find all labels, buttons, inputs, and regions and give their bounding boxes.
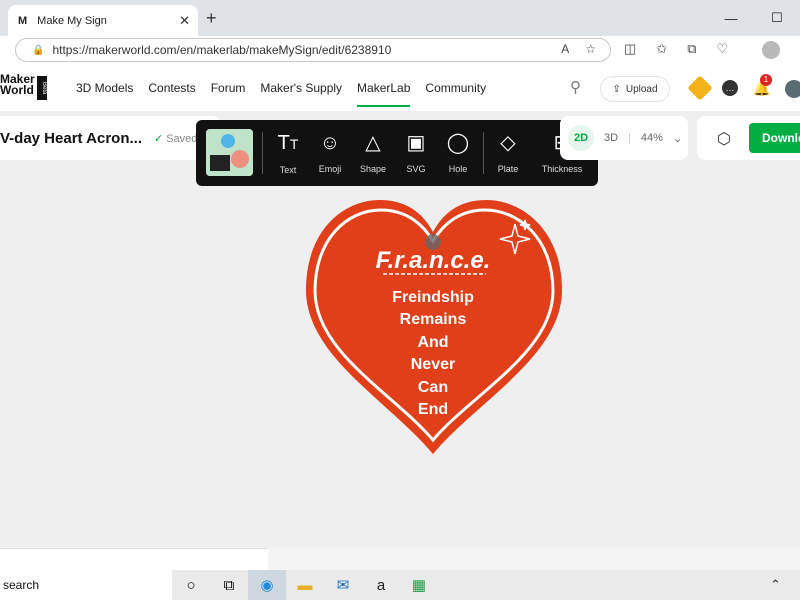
right-controls: ⬡ Download bbox=[697, 116, 800, 160]
saved-status: ✓ Saved bbox=[154, 132, 198, 145]
nav-makerlab[interactable]: MakerLab bbox=[357, 81, 411, 107]
tool-plate[interactable]: ◇ Plate bbox=[486, 130, 530, 174]
edge-icon[interactable]: ◉ bbox=[248, 570, 286, 600]
points-cube-icon[interactable] bbox=[687, 75, 713, 101]
favorites-icon[interactable]: ✩ bbox=[656, 41, 667, 57]
task-view-icon[interactable]: ⧉ bbox=[210, 570, 248, 600]
editor-area: F.r.a.n.c.e. Freindship Remains And Neve… bbox=[0, 112, 800, 547]
sign-line: End bbox=[418, 401, 448, 418]
chevron-down-icon[interactable]: ⌄ bbox=[673, 132, 682, 145]
url-text: https://makerworld.com/en/makerlab/makeM… bbox=[52, 43, 392, 57]
nav-3d-models[interactable]: 3D Models bbox=[76, 81, 133, 107]
check-circle-icon: ✓ bbox=[154, 132, 164, 145]
windows-taskbar: search ○ ⧉ ◉ ▬ ✉ a ▦ ⌃ bbox=[0, 570, 800, 600]
view-controls: 2D 3D | 44% ⌄ bbox=[560, 116, 688, 160]
window-bottom-strip bbox=[0, 548, 800, 570]
tool-divider bbox=[483, 132, 484, 174]
new-tab-icon[interactable]: + bbox=[206, 8, 217, 29]
tool-emoji[interactable]: ☺ Emoji bbox=[308, 130, 352, 174]
makerworld-favicon-icon: M bbox=[18, 14, 28, 27]
sign-line: And bbox=[417, 334, 448, 351]
sign-line: Can bbox=[418, 379, 448, 396]
nav-community[interactable]: Community bbox=[425, 81, 486, 107]
site-nav: 3D Models Contests Forum Maker's Supply … bbox=[76, 81, 486, 107]
taskbar-search[interactable]: search bbox=[0, 570, 172, 600]
download-button[interactable]: Download bbox=[749, 123, 800, 153]
read-aloud-icon[interactable]: A bbox=[561, 42, 569, 56]
favorite-star-icon[interactable]: ☆ bbox=[585, 42, 596, 56]
address-bar[interactable]: 🔒 https://makerworld.com/en/makerlab/mak… bbox=[15, 38, 611, 62]
tool-divider bbox=[262, 132, 263, 174]
tool-svg[interactable]: ▣ SVG bbox=[394, 130, 438, 174]
mail-icon[interactable]: ✉ bbox=[324, 570, 362, 600]
hole-icon: ◯ bbox=[446, 132, 470, 154]
plate-icon: ◇ bbox=[500, 132, 516, 154]
upload-button[interactable]: ⇪ Upload bbox=[600, 76, 670, 102]
nav-makers-supply[interactable]: Maker's Supply bbox=[260, 81, 342, 107]
tool-shape[interactable]: △ Shape bbox=[351, 130, 395, 174]
beta-tag: Beta bbox=[37, 76, 47, 100]
view-3d-button[interactable]: 3D bbox=[604, 132, 618, 144]
shape-icon: △ bbox=[365, 132, 381, 154]
browser-tab[interactable]: M Make My Sign ✕ bbox=[8, 5, 198, 36]
browser-essentials-icon[interactable]: ♡ bbox=[717, 41, 729, 57]
sign-line: Remains bbox=[400, 311, 467, 328]
view-2d-button[interactable]: 2D bbox=[568, 125, 594, 151]
system-tray-chevron-icon[interactable]: ⌃ bbox=[770, 577, 781, 593]
template-thumbnail[interactable] bbox=[206, 129, 253, 176]
browser-toolbar: 🔒 https://makerworld.com/en/makerlab/mak… bbox=[0, 36, 800, 64]
svg-icon: ▣ bbox=[406, 132, 426, 154]
tool-text[interactable]: TT Text bbox=[266, 130, 310, 175]
horizontal-scrollbar[interactable] bbox=[0, 548, 268, 570]
search-icon[interactable]: ⚲ bbox=[570, 78, 581, 96]
tool-hole[interactable]: ◯ Hole bbox=[436, 130, 480, 174]
amazon-icon[interactable]: a bbox=[362, 570, 400, 600]
tool-palette: TT Text ☺ Emoji △ Shape ▣ SVG ◯ Hole ◇ P… bbox=[196, 120, 598, 186]
thumbnail-art-icon bbox=[206, 129, 253, 176]
site-header: Maker World Beta 3D Models Contests Foru… bbox=[0, 64, 800, 112]
profile-icon[interactable] bbox=[762, 41, 780, 59]
chat-icon[interactable]: … bbox=[722, 80, 738, 96]
notification-badge: 1 bbox=[760, 74, 772, 86]
split-screen-icon[interactable]: ◫ bbox=[624, 41, 636, 57]
lock-icon[interactable]: 🔒 bbox=[32, 45, 44, 56]
settings-hexagon-icon[interactable]: ⬡ bbox=[717, 129, 731, 149]
nav-contests[interactable]: Contests bbox=[148, 81, 195, 107]
upload-icon: ⇪ bbox=[612, 83, 621, 95]
sign-line: Never bbox=[411, 356, 455, 373]
maximize-icon[interactable]: ☐ bbox=[754, 0, 800, 36]
zoom-level[interactable]: 44% bbox=[641, 132, 663, 144]
browser-titlebar: M Make My Sign ✕ + — ☐ bbox=[0, 0, 800, 36]
cortana-icon[interactable]: ○ bbox=[172, 570, 210, 600]
sheets-app-icon[interactable]: ▦ bbox=[400, 570, 438, 600]
project-title[interactable]: V-day Heart Acron... bbox=[0, 130, 142, 147]
sign-title: F.r.a.n.c.e. bbox=[376, 247, 491, 274]
text-icon: TT bbox=[277, 132, 299, 154]
emoji-icon: ☺ bbox=[319, 132, 341, 154]
minimize-icon[interactable]: — bbox=[708, 0, 754, 36]
collections-icon[interactable]: ⧉ bbox=[687, 41, 696, 57]
sign-line: Freindship bbox=[392, 289, 474, 306]
user-avatar[interactable] bbox=[785, 80, 800, 98]
file-explorer-icon[interactable]: ▬ bbox=[286, 570, 324, 600]
makerworld-logo[interactable]: Maker World bbox=[0, 73, 35, 96]
close-tab-icon[interactable]: ✕ bbox=[179, 13, 190, 29]
tab-title: Make My Sign bbox=[37, 14, 107, 27]
project-header: V-day Heart Acron... ✓ Saved bbox=[0, 116, 220, 160]
nav-forum[interactable]: Forum bbox=[211, 81, 246, 107]
view-divider: | bbox=[628, 132, 631, 144]
